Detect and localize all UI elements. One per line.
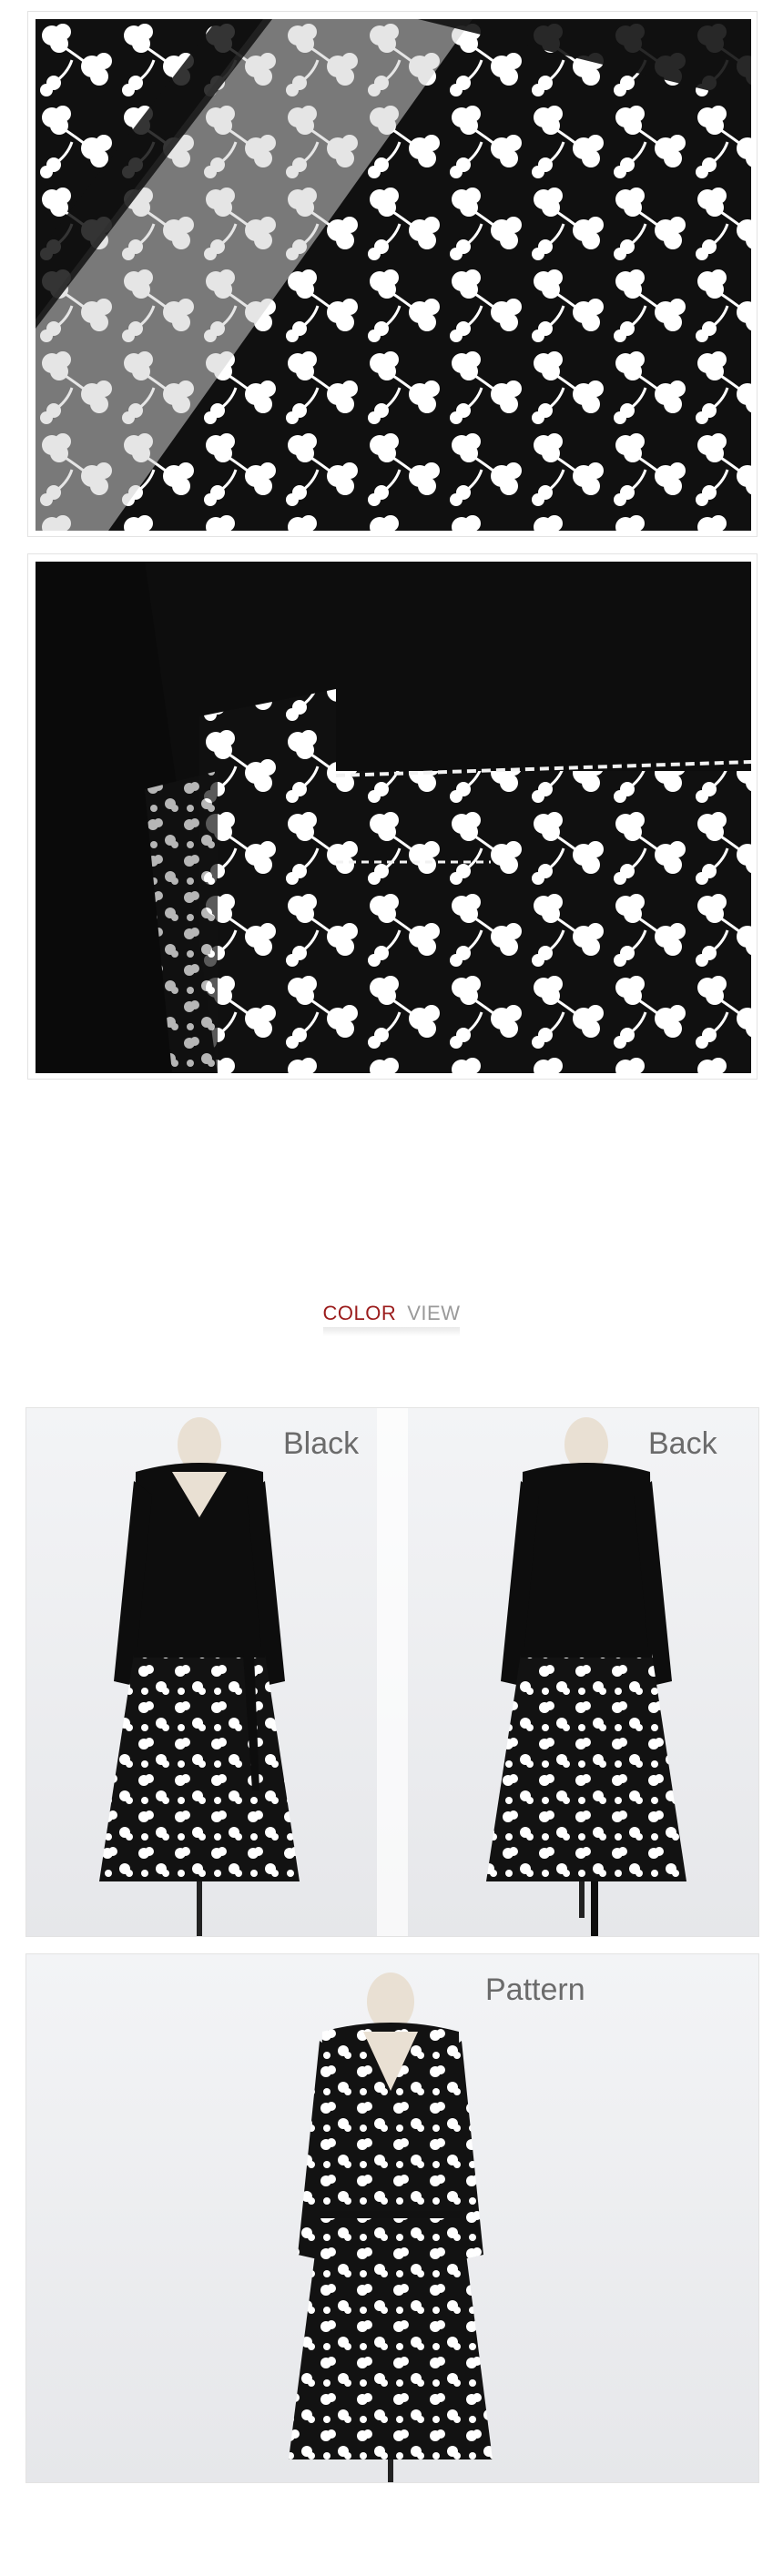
color-view-reflection	[323, 1327, 460, 1336]
detail-photo-sleeve-print	[36, 19, 751, 531]
color-view-heading: COLOR VIEW	[0, 1302, 783, 1336]
color-view-color-word: COLOR	[322, 1302, 397, 1324]
variant-label-back: Back	[648, 1426, 717, 1461]
detail-photo-frame-2	[27, 553, 758, 1080]
mannequin-photo-pattern	[26, 1954, 758, 2482]
detail-photo-waist-print	[36, 562, 751, 1073]
color-view-view-word: VIEW	[407, 1302, 461, 1324]
variant-photo-frame-pattern: Pattern	[25, 1953, 759, 2483]
variant-photo-frame-black-back: Black Back	[25, 1407, 759, 1937]
variant-label-black: Black	[283, 1426, 360, 1461]
mannequin-photos-black-back	[26, 1408, 758, 1936]
variant-label-pattern: Pattern	[485, 1973, 585, 2007]
mannequin-pattern	[289, 1973, 493, 2482]
detail-photo-frame-1	[27, 11, 758, 537]
